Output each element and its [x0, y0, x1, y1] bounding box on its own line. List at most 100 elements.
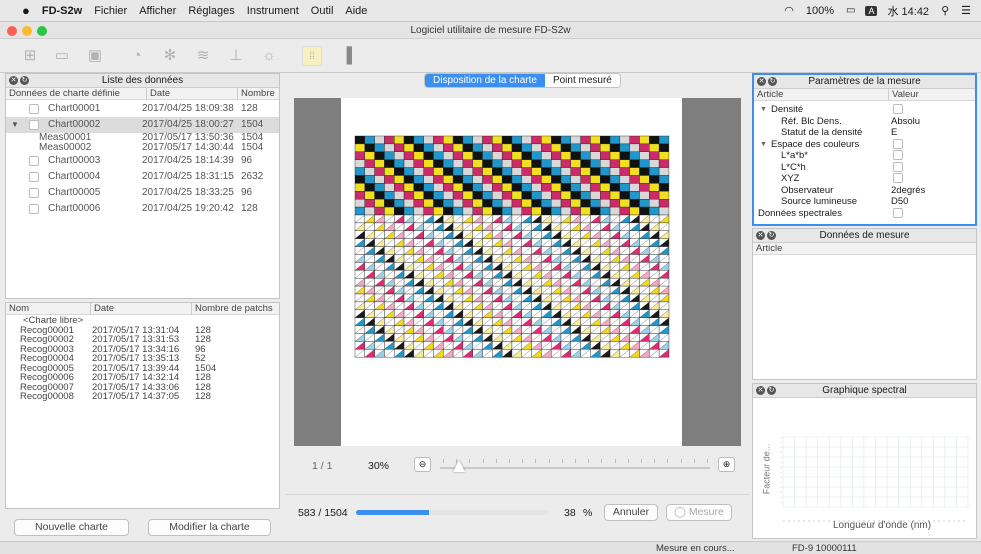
- param-row[interactable]: Observateur 2degrés: [754, 185, 975, 196]
- zoom-in-button[interactable]: ⊕: [718, 457, 735, 472]
- settings-icon[interactable]: ✻: [160, 46, 180, 66]
- param-checkbox[interactable]: [893, 161, 903, 172]
- notification-center-icon[interactable]: ☰: [955, 4, 981, 17]
- tab-measured-point[interactable]: Point mesuré: [544, 74, 620, 87]
- data-list-body: Chart00001 2017/04/25 18:09:38 128 ▼ Chart00…: [6, 101, 279, 281]
- app-menu[interactable]: FD-S2w: [36, 5, 88, 17]
- layout-icon[interactable]: ⊥: [226, 46, 246, 66]
- data-list-row[interactable]: Meas00002 2017/05/17 14:30:44 1504: [6, 143, 279, 153]
- column-header-date[interactable]: Date: [146, 88, 170, 100]
- recog-list-panel: Nom Date Nombre de patchs <Charte libre>…: [5, 302, 280, 509]
- row-checkbox[interactable]: [29, 104, 39, 114]
- chart-patch: [472, 151, 483, 160]
- zoom-slider-thumb[interactable]: [453, 460, 466, 472]
- param-row[interactable]: ▼ Densité ✓: [754, 104, 975, 115]
- expand-toggle-icon[interactable]: ▼: [11, 117, 19, 133]
- row-date: 2017/04/25 19:20:42: [142, 203, 234, 214]
- param-row[interactable]: Réf. Blc Dens. Absolu: [754, 116, 975, 127]
- close-window-button[interactable]: [7, 26, 17, 36]
- data-list-row[interactable]: ▼ Chart00002 2017/04/25 18:00:27 1504: [6, 117, 279, 133]
- close-panel-icon[interactable]: ✕: [756, 231, 765, 240]
- close-panel-icon[interactable]: ✕: [757, 77, 766, 86]
- chart-patch: [492, 183, 503, 192]
- edit-chart-button[interactable]: Modifier la charte: [148, 519, 271, 536]
- param-checkbox[interactable]: ✓: [893, 150, 903, 160]
- refresh-panel-icon[interactable]: ↻: [767, 386, 776, 395]
- battery-status[interactable]: 100%: [800, 5, 840, 17]
- menu-aide[interactable]: Aide: [339, 5, 373, 17]
- wifi-icon[interactable]: ◠: [778, 4, 800, 17]
- zoom-window-button[interactable]: [37, 26, 47, 36]
- zoom-slider[interactable]: [440, 459, 710, 473]
- column-header-defined[interactable]: Données de charte définie: [9, 88, 120, 100]
- data-list-row[interactable]: Chart00001 2017/04/25 18:09:38 128: [6, 101, 279, 117]
- grid-icon[interactable]: ⁞⁞: [302, 46, 322, 66]
- expand-toggle-icon[interactable]: ▼: [760, 139, 767, 150]
- data-list-row[interactable]: Chart00004 2017/04/25 18:31:15 2632: [6, 169, 279, 185]
- row-name: Chart00002: [48, 119, 101, 130]
- chart-patch: [374, 175, 385, 184]
- param-row[interactable]: Statut de la densité E: [754, 127, 975, 138]
- measurement-data-panel: ✕ ↻ Données de mesure Article: [752, 228, 977, 380]
- column-header-nom[interactable]: Nom: [9, 303, 29, 315]
- refresh-panel-icon[interactable]: ↻: [767, 231, 776, 240]
- column-header-article[interactable]: Article: [757, 89, 783, 101]
- param-row[interactable]: L*C*h: [754, 161, 975, 173]
- chart-patch: [619, 183, 630, 192]
- row-checkbox[interactable]: [29, 172, 39, 182]
- print-icon[interactable]: ≋: [193, 46, 213, 66]
- refresh-panel-icon[interactable]: ↻: [768, 77, 777, 86]
- chart-patch: [580, 175, 591, 184]
- data-list-row[interactable]: Chart00005 2017/04/25 18:33:25 96: [6, 185, 279, 201]
- column-header-patches[interactable]: Nombre de patchs: [191, 303, 273, 315]
- param-row[interactable]: Données spectrales ✓: [754, 207, 975, 219]
- apple-icon[interactable]: ●: [0, 3, 36, 18]
- new-chart-icon[interactable]: ⊞: [20, 46, 40, 66]
- param-row[interactable]: XYZ: [754, 173, 975, 184]
- clock[interactable]: 水 14:42: [881, 3, 935, 19]
- param-row[interactable]: L*a*b* ✓: [754, 150, 975, 161]
- expand-toggle-icon[interactable]: ▼: [760, 104, 767, 115]
- open-icon[interactable]: ▭: [52, 46, 72, 66]
- column-header-date[interactable]: Date: [90, 303, 114, 315]
- measure-icon[interactable]: ◔: [127, 46, 147, 66]
- row-checkbox[interactable]: [29, 156, 39, 166]
- chart-patch: [560, 198, 572, 208]
- param-checkbox[interactable]: [893, 173, 903, 183]
- spotlight-icon[interactable]: ⚲: [935, 4, 955, 17]
- params-title: Paramètres de la mesure: [808, 76, 921, 87]
- chart-patch-grid[interactable]: [341, 98, 682, 446]
- column-header-count[interactable]: Nombre: [237, 88, 275, 100]
- cancel-button[interactable]: Annuler: [604, 504, 658, 521]
- menu-outil[interactable]: Outil: [305, 5, 340, 17]
- recog-list-row[interactable]: Recog00008 2017/05/17 14:37:05 128: [6, 392, 279, 402]
- column-header-value[interactable]: Valeur: [888, 89, 919, 101]
- close-panel-icon[interactable]: ✕: [756, 386, 765, 395]
- illumination-icon[interactable]: ☼: [259, 46, 279, 66]
- refresh-panel-icon[interactable]: ↻: [20, 76, 29, 85]
- zoom-out-button[interactable]: ⊖: [414, 457, 431, 472]
- panel-icon[interactable]: ▌: [342, 46, 362, 66]
- param-checkbox[interactable]: ✓: [893, 207, 903, 218]
- row-checkbox[interactable]: [29, 120, 39, 130]
- param-row[interactable]: Source lumineuse D50: [754, 196, 975, 207]
- new-chart-button[interactable]: Nouvelle charte: [14, 519, 129, 536]
- row-checkbox[interactable]: [29, 204, 39, 214]
- menu-reglages[interactable]: Réglages: [182, 5, 240, 17]
- data-list-row[interactable]: Chart00006 2017/04/25 19:20:42 128: [6, 201, 279, 217]
- tab-chart-layout[interactable]: Disposition de la charte: [425, 74, 545, 87]
- menu-instrument[interactable]: Instrument: [241, 5, 305, 17]
- menu-afficher[interactable]: Afficher: [133, 5, 182, 17]
- measure-button[interactable]: ◯ Mesure: [666, 504, 732, 521]
- input-source-icon[interactable]: A: [865, 5, 878, 16]
- row-checkbox[interactable]: [29, 188, 39, 198]
- save-icon[interactable]: ▣: [85, 46, 105, 66]
- data-list-row[interactable]: Chart00003 2017/04/25 18:14:39 96: [6, 153, 279, 169]
- close-panel-icon[interactable]: ✕: [9, 76, 18, 85]
- param-checkbox[interactable]: ✓: [893, 104, 903, 114]
- menu-fichier[interactable]: Fichier: [88, 5, 133, 17]
- param-row[interactable]: ▼ Espace des couleurs ✓: [754, 138, 975, 150]
- param-checkbox[interactable]: ✓: [893, 138, 903, 149]
- column-header-article[interactable]: Article: [756, 243, 782, 255]
- minimize-window-button[interactable]: [22, 26, 32, 36]
